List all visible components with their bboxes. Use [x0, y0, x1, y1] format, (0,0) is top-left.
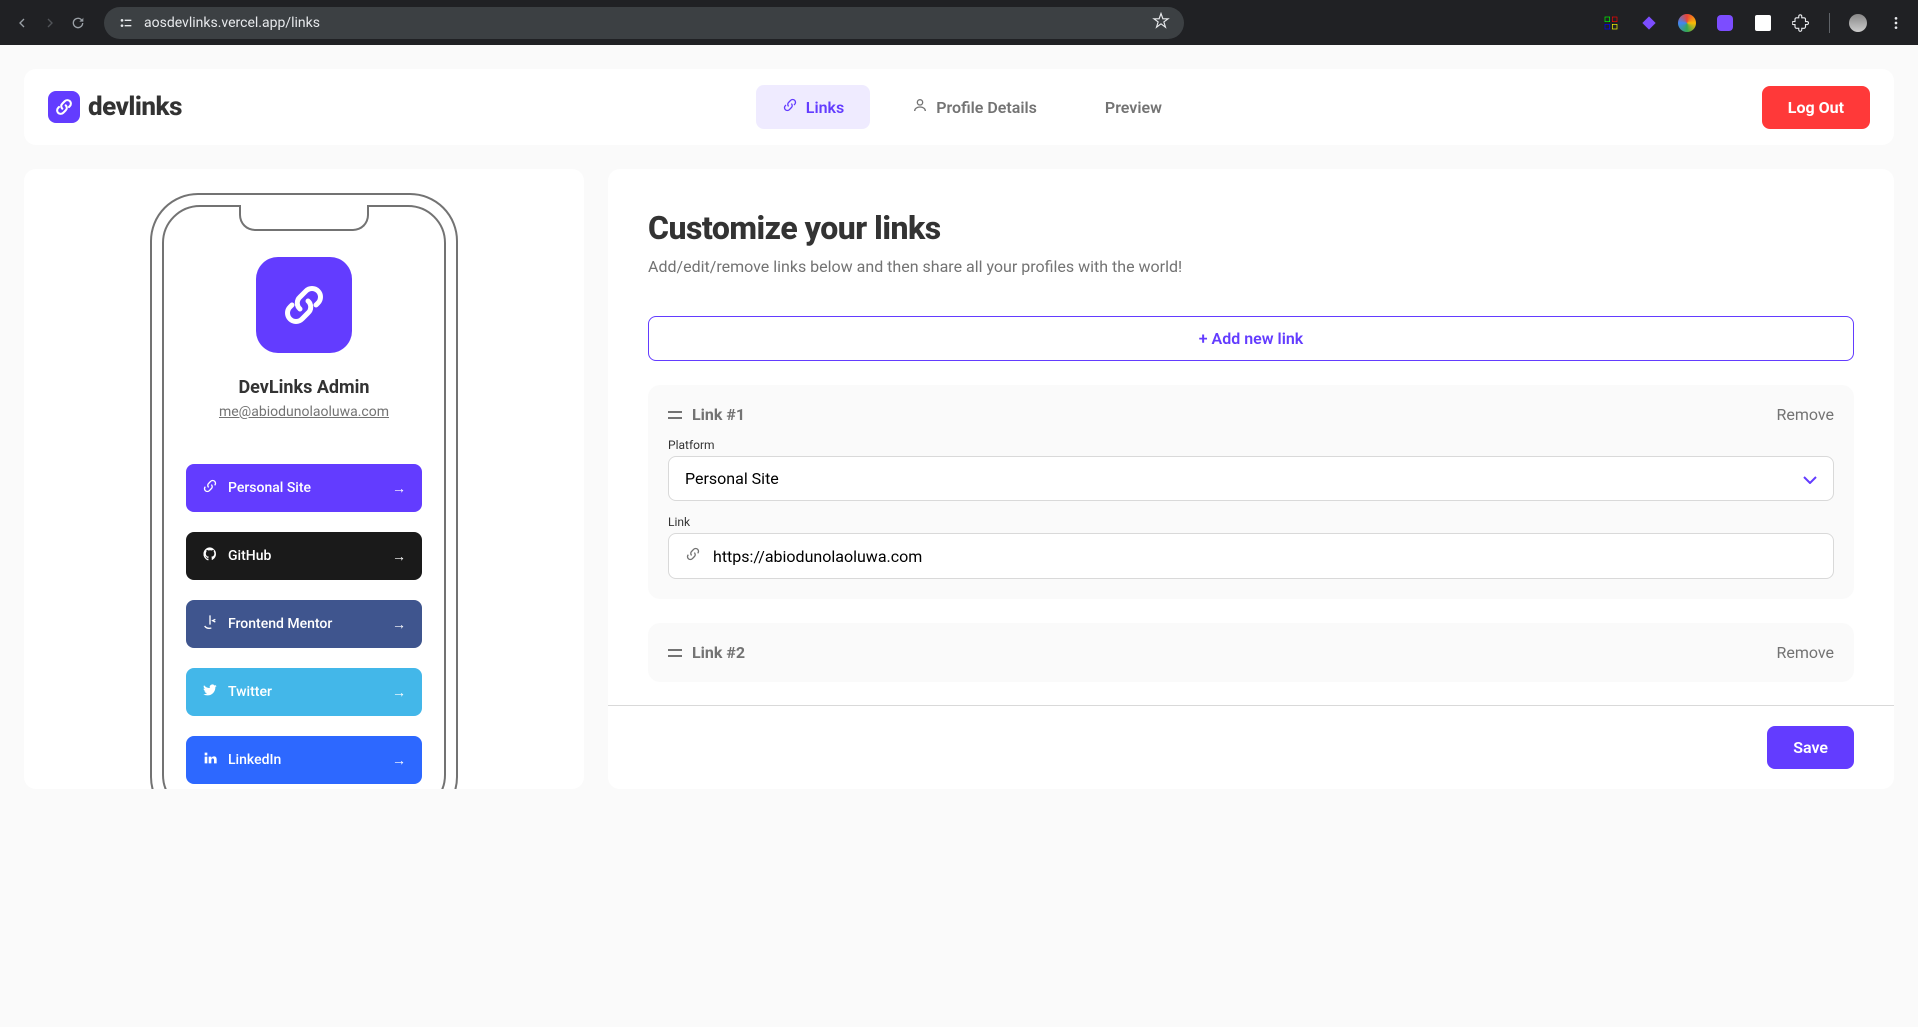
link-label: Frontend Mentor: [228, 616, 332, 632]
card-title: Link #2: [692, 643, 745, 662]
drag-handle-icon[interactable]: [668, 648, 682, 658]
user-icon: [912, 97, 928, 117]
preview-link-personal[interactable]: Personal Site →: [186, 464, 422, 512]
save-button[interactable]: Save: [1767, 726, 1854, 769]
link-icon: [202, 478, 218, 498]
tab-label: Preview: [1105, 98, 1162, 117]
remove-link-button[interactable]: Remove: [1776, 643, 1834, 662]
extensions-icon[interactable]: [1791, 13, 1811, 33]
arrow-right-icon: →: [392, 480, 406, 497]
remove-link-button[interactable]: Remove: [1776, 405, 1834, 424]
link-label: LinkedIn: [228, 752, 281, 768]
forward-icon[interactable]: [40, 13, 60, 33]
link-label: GitHub: [228, 548, 271, 564]
link-label: Twitter: [228, 684, 272, 700]
save-bar: Save: [608, 705, 1894, 789]
platform-select[interactable]: Personal Site: [668, 456, 1834, 501]
site-controls-icon: [118, 15, 134, 31]
link-icon: [685, 546, 701, 566]
preview-link-github[interactable]: GitHub →: [186, 532, 422, 580]
github-icon: [202, 546, 218, 566]
tab-label: Profile Details: [936, 98, 1037, 117]
phone-frame: DevLinks Admin me@abiodunolaoluwa.com Pe…: [150, 193, 458, 789]
browser-toolbar: aosdevlinks.vercel.app/links: [0, 0, 1918, 45]
link-url-input[interactable]: [713, 547, 1817, 566]
link-card-1: Link #1 Remove Platform Personal Site Li…: [648, 385, 1854, 599]
ext-icon-4[interactable]: [1715, 13, 1735, 33]
back-icon[interactable]: [12, 13, 32, 33]
link-icon: [782, 97, 798, 117]
avatar: [256, 257, 352, 353]
preview-link-twitter[interactable]: Twitter →: [186, 668, 422, 716]
link-label: Personal Site: [228, 480, 311, 496]
linkedin-icon: [202, 750, 218, 770]
preview-link-frontend-mentor[interactable]: Frontend Mentor →: [186, 600, 422, 648]
arrow-right-icon: →: [392, 616, 406, 633]
tab-label: Links: [806, 98, 844, 117]
platform-label: Platform: [668, 438, 1834, 452]
link-input-wrapper: [668, 533, 1834, 579]
logo: devlinks: [48, 91, 182, 123]
card-title: Link #1: [692, 405, 745, 424]
phone-notch: [239, 205, 369, 231]
tab-links[interactable]: Links: [756, 85, 870, 129]
platform-value: Personal Site: [685, 469, 779, 488]
url-text: aosdevlinks.vercel.app/links: [144, 15, 320, 31]
editor-panel: Customize your links Add/edit/remove lin…: [608, 169, 1894, 789]
ext-icon-5[interactable]: [1753, 13, 1773, 33]
profile-avatar-icon[interactable]: [1848, 13, 1868, 33]
reload-icon[interactable]: [68, 13, 88, 33]
page-subtitle: Add/edit/remove links below and then sha…: [648, 257, 1854, 276]
display-email[interactable]: me@abiodunolaoluwa.com: [186, 404, 422, 420]
link-card-2: Link #2 Remove: [648, 623, 1854, 682]
ext-icon-1[interactable]: [1601, 13, 1621, 33]
link-label: Link: [668, 515, 1834, 529]
chevron-down-icon: [1803, 469, 1817, 488]
ext-icon-2[interactable]: [1639, 13, 1659, 33]
arrow-right-icon: →: [392, 684, 406, 701]
arrow-right-icon: →: [392, 548, 406, 565]
preview-panel: DevLinks Admin me@abiodunolaoluwa.com Pe…: [24, 169, 584, 789]
tab-profile[interactable]: Profile Details: [886, 85, 1063, 129]
url-bar[interactable]: aosdevlinks.vercel.app/links: [104, 7, 1184, 39]
star-icon[interactable]: [1152, 12, 1170, 34]
logout-button[interactable]: Log Out: [1762, 86, 1870, 129]
tab-preview[interactable]: Preview: [1079, 85, 1188, 129]
twitter-icon: [202, 682, 218, 702]
frontend-mentor-icon: [202, 614, 218, 634]
logo-text: devlinks: [88, 92, 182, 122]
page-title: Customize your links: [648, 209, 1854, 247]
app-header: devlinks Links Profile Details Preview L…: [24, 69, 1894, 145]
add-link-button[interactable]: + Add new link: [648, 316, 1854, 361]
menu-icon[interactable]: [1886, 13, 1906, 33]
ext-icon-3[interactable]: [1677, 13, 1697, 33]
display-name: DevLinks Admin: [186, 377, 422, 398]
logo-icon: [48, 91, 80, 123]
preview-link-linkedin[interactable]: LinkedIn →: [186, 736, 422, 784]
drag-handle-icon[interactable]: [668, 410, 682, 420]
arrow-right-icon: →: [392, 752, 406, 769]
